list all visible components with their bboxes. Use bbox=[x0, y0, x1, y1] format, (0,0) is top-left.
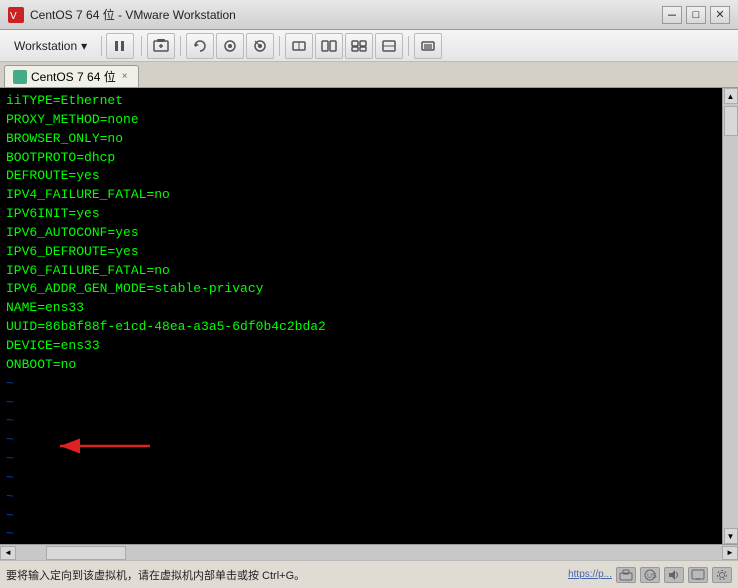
scroll-track bbox=[724, 104, 738, 528]
workstation-menu[interactable]: Workstation ▾ bbox=[4, 35, 97, 57]
pause-button[interactable] bbox=[106, 33, 134, 59]
toolbar bbox=[138, 33, 442, 59]
toolbar-sep-1 bbox=[141, 36, 142, 56]
terminal-output: iiTYPE=Ethernet PROXY_METHOD=none BROWSE… bbox=[0, 88, 720, 544]
restore-button[interactable]: □ bbox=[686, 6, 706, 24]
scroll-h-track bbox=[16, 546, 722, 560]
title-text: CentOS 7 64 位 - VMware Workstation bbox=[30, 6, 236, 23]
tab-close-button[interactable]: × bbox=[120, 71, 130, 82]
revert-button[interactable] bbox=[186, 33, 214, 59]
svg-text:V: V bbox=[10, 11, 17, 22]
status-icon-usb: USB bbox=[640, 567, 660, 583]
horizontal-scrollbar[interactable]: ◄ ► bbox=[0, 544, 738, 560]
toolbar-sep-3 bbox=[279, 36, 280, 56]
close-button[interactable]: ✕ bbox=[710, 6, 730, 24]
view-button-3[interactable] bbox=[345, 33, 373, 59]
title-bar-controls: － □ ✕ bbox=[662, 6, 730, 24]
scroll-left-arrow[interactable]: ◄ bbox=[0, 546, 16, 560]
snapshot-button[interactable] bbox=[216, 33, 244, 59]
menu-separator bbox=[101, 36, 102, 56]
scroll-h-thumb[interactable] bbox=[46, 546, 126, 560]
main-content[interactable]: iiTYPE=Ethernet PROXY_METHOD=none BROWSE… bbox=[0, 88, 738, 544]
title-bar: V CentOS 7 64 位 - VMware Workstation － □… bbox=[0, 0, 738, 30]
vm-tab[interactable]: CentOS 7 64 位 × bbox=[4, 65, 139, 87]
scroll-down-arrow[interactable]: ▼ bbox=[724, 528, 738, 544]
tab-bar: CentOS 7 64 位 × bbox=[0, 62, 738, 88]
scroll-thumb[interactable] bbox=[724, 106, 738, 136]
status-icon-settings bbox=[712, 567, 732, 583]
view-button-4[interactable] bbox=[375, 33, 403, 59]
svg-text:USB: USB bbox=[647, 573, 657, 580]
status-icon-network bbox=[616, 567, 636, 583]
vm-icon: V bbox=[8, 7, 24, 23]
view-button-1[interactable] bbox=[285, 33, 313, 59]
tab-label: CentOS 7 64 位 bbox=[31, 68, 116, 85]
scroll-right-arrow[interactable]: ► bbox=[722, 546, 738, 560]
toolbar-sep-2 bbox=[180, 36, 181, 56]
title-bar-left: V CentOS 7 64 位 - VMware Workstation bbox=[8, 6, 236, 23]
status-icon-sound bbox=[664, 567, 684, 583]
status-right: https://p... USB bbox=[568, 567, 732, 583]
toolbar-sep-4 bbox=[408, 36, 409, 56]
view-button-2[interactable] bbox=[315, 33, 343, 59]
status-icon-display bbox=[688, 567, 708, 583]
snapshot-manager-button[interactable] bbox=[246, 33, 274, 59]
minimize-button[interactable]: － bbox=[662, 6, 682, 24]
tab-vm-icon bbox=[13, 70, 27, 84]
status-message: 要将输入定向到该虚拟机，请在虚拟机内部单击或按 Ctrl+G。 bbox=[6, 567, 305, 583]
status-bar: 要将输入定向到该虚拟机，请在虚拟机内部单击或按 Ctrl+G。 https://… bbox=[0, 560, 738, 588]
vertical-scrollbar[interactable]: ▲ ▼ bbox=[722, 88, 738, 544]
menu-bar: Workstation ▾ bbox=[0, 30, 738, 62]
scroll-up-arrow[interactable]: ▲ bbox=[724, 88, 738, 104]
add-vm-button[interactable] bbox=[147, 33, 175, 59]
fullscreen-button[interactable] bbox=[414, 33, 442, 59]
